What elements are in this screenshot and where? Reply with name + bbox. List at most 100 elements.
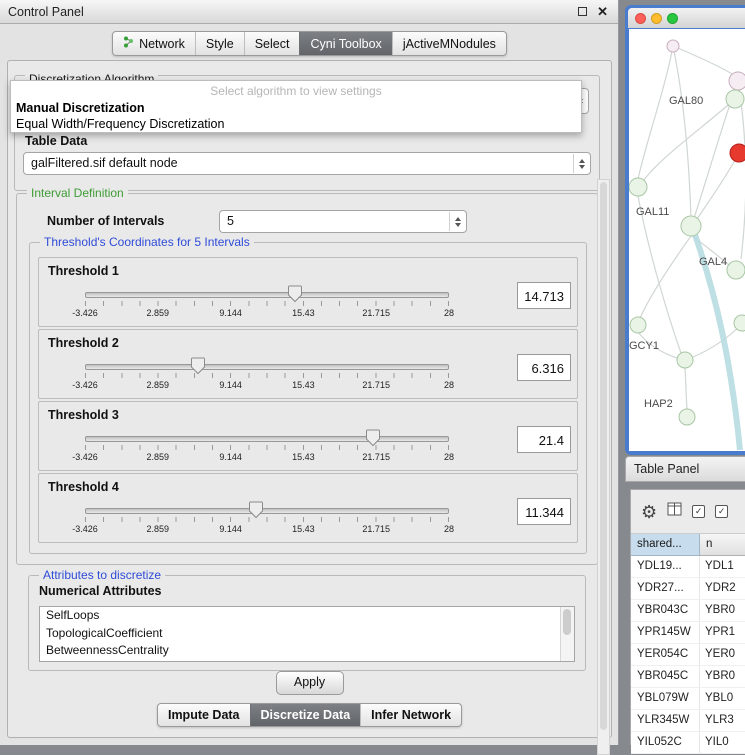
panel-title: Control Panel — [8, 0, 84, 24]
bottom-tabbar: Impute Data Discretize Data Infer Networ… — [0, 703, 619, 727]
stepper-icon[interactable] — [449, 212, 465, 231]
tab-impute-data[interactable]: Impute Data — [158, 704, 250, 726]
combo-value: 5 — [227, 211, 448, 232]
network-node[interactable] — [630, 317, 646, 333]
slider-track[interactable] — [85, 508, 449, 514]
cell: YLR345W — [631, 710, 700, 731]
gear-icon[interactable]: ⚙ — [641, 503, 657, 521]
tab-select[interactable]: Select — [244, 32, 300, 55]
algorithm-placeholder: Select algorithm to view settings — [11, 84, 581, 98]
threshold-4-slider[interactable]: -3.426 2.859 9.144 15.43 21.715 28 — [85, 508, 449, 538]
tick-label: 21.715 — [362, 308, 390, 318]
column-header-shared-name[interactable]: shared... — [631, 534, 700, 556]
tick-label: 28 — [444, 380, 454, 390]
node-label: HAP2 — [644, 398, 673, 410]
slider-ticks — [85, 301, 449, 306]
network-view-window: GAL80 GAL11 GAL4 GCY1 HAP2 — [625, 5, 745, 455]
table-body: YDL19...YDL1 YDR27...YDR2 YBR043CYBR0 YP… — [631, 556, 745, 754]
threshold-2-slider[interactable]: -3.426 2.859 9.144 15.43 21.715 28 — [85, 364, 449, 394]
threshold-1-value[interactable]: 14.713 — [517, 282, 571, 309]
window-close-button[interactable] — [635, 13, 646, 24]
network-window-titlebar[interactable] — [628, 8, 745, 28]
select-none-checkbox-icon[interactable]: ✓ — [715, 505, 728, 518]
threshold-2-value[interactable]: 6.316 — [517, 354, 571, 381]
cell: YBR0 — [700, 600, 745, 621]
table-row[interactable]: YDL19...YDL1 — [631, 556, 745, 578]
numerical-attributes-label: Numerical Attributes — [39, 584, 161, 598]
network-node[interactable] — [629, 178, 647, 196]
table-row[interactable]: YPR145WYPR1 — [631, 622, 745, 644]
slider-thumb[interactable] — [249, 501, 264, 524]
network-node-red[interactable] — [730, 144, 745, 162]
network-node[interactable] — [681, 216, 701, 236]
threshold-3-value[interactable]: 21.4 — [517, 426, 571, 453]
table-row[interactable]: YIL052CYIL0 — [631, 732, 745, 754]
table-row[interactable]: YLR345WYLR3 — [631, 710, 745, 732]
tab-label: Style — [206, 37, 234, 51]
tab-jactivemnodules[interactable]: jActiveMNodules — [392, 32, 506, 55]
tab-label: Select — [255, 37, 290, 51]
network-node[interactable] — [677, 352, 693, 368]
list-item[interactable]: TopologicalCoefficient — [40, 625, 574, 643]
tab-label: Network — [139, 37, 185, 51]
tab-infer-network[interactable]: Infer Network — [360, 704, 461, 726]
network-node[interactable] — [729, 72, 745, 90]
network-node[interactable] — [667, 40, 679, 52]
list-scrollbar[interactable] — [560, 607, 574, 661]
tick-label: 2.859 — [147, 380, 170, 390]
tab-discretize-data[interactable]: Discretize Data — [250, 704, 361, 726]
scrollbar-thumb[interactable] — [563, 609, 571, 635]
table-row[interactable]: YBR043CYBR0 — [631, 600, 745, 622]
network-node[interactable] — [679, 409, 695, 425]
tick-label: 9.144 — [219, 380, 242, 390]
column-header-name[interactable]: n — [700, 534, 745, 556]
apply-button[interactable]: Apply — [276, 671, 344, 695]
list-item[interactable]: SelfLoops — [40, 607, 574, 625]
table-row[interactable]: YBL079WYBL0 — [631, 688, 745, 710]
cell: YIL0 — [700, 732, 745, 753]
network-node[interactable] — [734, 315, 745, 331]
threshold-1-slider[interactable]: -3.426 2.859 9.144 15.43 21.715 28 — [85, 292, 449, 322]
cell: YDR2 — [700, 578, 745, 599]
list-item[interactable]: BetweennessCentrality — [40, 642, 574, 660]
window-minimize-button[interactable] — [651, 13, 662, 24]
tab-cyni-toolbox[interactable]: Cyni Toolbox — [299, 32, 391, 55]
slider-track[interactable] — [85, 292, 449, 298]
threshold-3-slider[interactable]: -3.426 2.859 9.144 15.43 21.715 28 — [85, 436, 449, 466]
table-row[interactable]: YBR045CYBR0 — [631, 666, 745, 688]
dropdown-option-equal-width[interactable]: Equal Width/Frequency Discretization — [16, 117, 581, 131]
cell: YBR0 — [700, 666, 745, 687]
slider-ticks — [85, 445, 449, 450]
threshold-label: Threshold 4 — [48, 480, 119, 494]
slider-thumb[interactable] — [288, 285, 303, 308]
network-node[interactable] — [726, 90, 744, 108]
slider-thumb[interactable] — [365, 429, 380, 452]
top-tabbar: Network Style Select Cyni Toolbox jActiv… — [0, 31, 619, 56]
table-row[interactable]: YDR27...YDR2 — [631, 578, 745, 600]
network-node[interactable] — [727, 261, 745, 279]
table-data-label: Table Data — [25, 134, 87, 148]
stepper-icon[interactable] — [573, 154, 589, 173]
table-row[interactable]: YER054CYER0 — [631, 644, 745, 666]
threshold-label: Threshold 3 — [48, 408, 119, 422]
close-icon[interactable]: ✕ — [597, 4, 608, 20]
tab-label: jActiveMNodules — [403, 37, 496, 51]
slider-thumb[interactable] — [190, 357, 205, 380]
window-zoom-button[interactable] — [667, 13, 678, 24]
dropdown-option-manual[interactable]: Manual Discretization — [16, 101, 581, 115]
select-all-checkbox-icon[interactable]: ✓ — [692, 505, 705, 518]
slider-track[interactable] — [85, 364, 449, 370]
thresholds-group-title: Threshold's Coordinates for 5 Intervals — [40, 235, 254, 249]
maximize-icon[interactable] — [578, 7, 587, 16]
network-canvas[interactable]: GAL80 GAL11 GAL4 GCY1 HAP2 — [629, 29, 745, 451]
threshold-4-value[interactable]: 11.344 — [517, 498, 571, 525]
panel-scrollbar[interactable] — [597, 179, 610, 755]
slider-track[interactable] — [85, 436, 449, 442]
column-chooser-icon[interactable] — [667, 502, 682, 521]
scrollbar-thumb[interactable] — [600, 182, 607, 730]
tab-style[interactable]: Style — [195, 32, 244, 55]
number-of-intervals-combobox[interactable]: 5 — [219, 210, 467, 233]
tab-network[interactable]: Network — [113, 32, 195, 55]
table-panel-titlebar: Table Panel — [625, 456, 745, 482]
table-data-combobox[interactable]: galFiltered.sif default node — [23, 152, 591, 175]
